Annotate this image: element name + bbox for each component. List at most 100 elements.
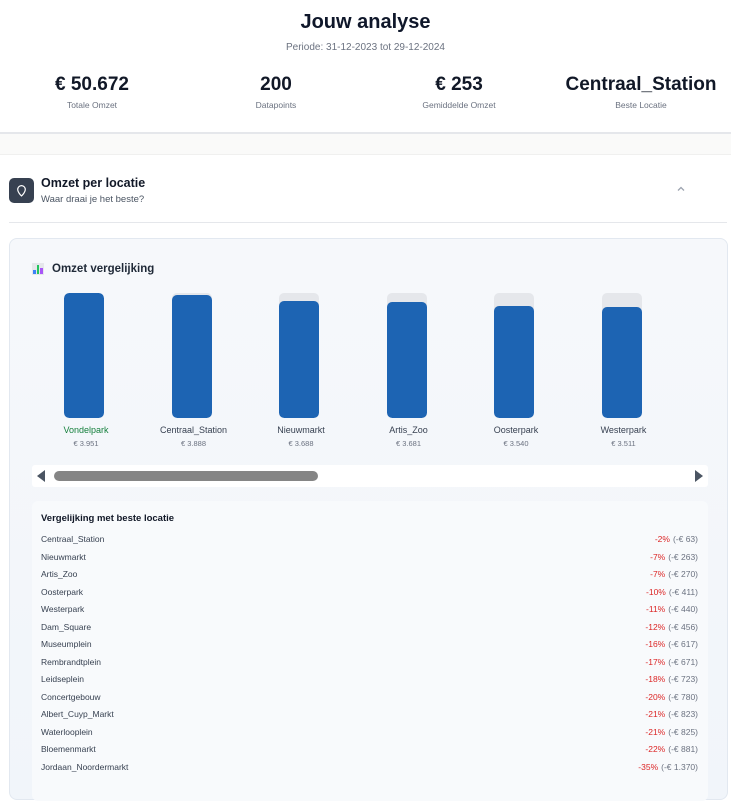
- location-name: Concertgebouw: [41, 691, 101, 702]
- bar-item[interactable]: Nieuwmarkt € 3.688: [247, 287, 355, 457]
- comparison-row: Westerpark -11% (-€ 440): [41, 601, 698, 617]
- stat-datapoints: 200 Datapoints: [186, 74, 366, 110]
- difference: -2% (-€ 63): [655, 534, 698, 544]
- stat-label: Gemiddelde Omzet: [422, 100, 496, 110]
- bar-label: Artis_Zoo: [389, 425, 428, 435]
- chevron-up-icon[interactable]: [674, 182, 688, 196]
- difference: -7% (-€ 270): [650, 569, 698, 579]
- comparison-row: Waterlooplein -21% (-€ 825): [41, 724, 698, 740]
- difference-amount: (-€ 723): [668, 674, 698, 684]
- chart-title: Omzet vergelijking: [52, 263, 155, 275]
- location-name: Bloemenmarkt: [41, 744, 96, 754]
- bar-track: [386, 293, 427, 418]
- stats-row: € 50.672 Totale Omzet 200 Datapoints € 2…: [0, 74, 731, 118]
- page-title: Jouw analyse: [300, 11, 431, 33]
- location-name: Nieuwmarkt: [41, 551, 86, 562]
- location-name: Oosterpark: [41, 586, 84, 597]
- difference-percent: -7%: [650, 551, 666, 562]
- difference-percent: -11%: [646, 604, 666, 614]
- bar-chart-icon: [32, 263, 44, 275]
- location-name: Leidseplein: [41, 674, 85, 684]
- difference: -7% (-€ 263): [650, 552, 698, 562]
- bar-fill: [494, 306, 534, 418]
- difference-amount: (-€ 671): [668, 656, 698, 667]
- chart-horizontal-scrollbar[interactable]: [32, 465, 708, 487]
- stat-value: Centraal_Station: [565, 74, 717, 95]
- period-range: Periode: 31-12-2023 tot 29-12-2024: [285, 42, 445, 53]
- section-header-revenue-per-location[interactable]: Omzet per locatie Waar draai je het best…: [0, 170, 731, 222]
- bar-item[interactable]: Centraal_Station € 3.888: [140, 287, 248, 457]
- stat-value: 200: [260, 74, 292, 95]
- difference-percent: -12%: [645, 621, 666, 632]
- bar-value-label: € 3.681: [395, 439, 422, 448]
- scroll-right-arrow-icon[interactable]: [695, 470, 703, 482]
- difference-amount: (-€ 825): [668, 726, 698, 737]
- bar-value-label: € 3.511: [611, 439, 636, 448]
- difference: -20% (-€ 780): [645, 692, 698, 702]
- location-name: Westerpark: [41, 604, 85, 614]
- difference-amount: (-€ 881): [668, 744, 698, 754]
- stat-value: € 50.672: [55, 74, 129, 95]
- bar-label: D: [677, 425, 707, 435]
- map-pin-icon: [9, 178, 34, 203]
- stat-label: Datapoints: [255, 100, 297, 110]
- stat-label: Beste Locatie: [615, 100, 667, 110]
- difference-amount: (-€ 411): [668, 586, 698, 597]
- bar-item[interactable]: Artis_Zoo € 3.681: [355, 287, 463, 457]
- difference: -22% (-€ 881): [645, 744, 698, 754]
- difference-percent: -22%: [645, 744, 666, 754]
- difference: -10% (-€ 411): [646, 587, 698, 597]
- comparison-row: Concertgebouw -20% (-€ 780): [41, 689, 698, 705]
- bar-label: Centraal_Station: [159, 425, 228, 435]
- comparison-row: Artis_Zoo -7% (-€ 270): [41, 566, 698, 582]
- difference: -11% (-€ 440): [646, 604, 698, 614]
- bar-fill: [601, 307, 642, 418]
- difference-percent: -7%: [650, 569, 666, 579]
- location-name: Jordaan_Noordermarkt: [41, 761, 129, 772]
- location-name: Rembrandtplein: [41, 656, 102, 667]
- comparison-row: Oosterpark -10% (-€ 411): [41, 584, 698, 600]
- difference-amount: (-€ 823): [668, 709, 698, 719]
- section-title: Omzet per locatie: [41, 176, 146, 190]
- bar-fill: [171, 295, 212, 418]
- divider: [9, 222, 727, 223]
- location-name: Dam_Square: [41, 621, 92, 632]
- difference: -12% (-€ 456): [645, 622, 698, 632]
- comparison-row: Museumplein -16% (-€ 617): [41, 636, 698, 652]
- analysis-header: Jouw analyse Periode: 31-12-2023 tot 29-…: [0, 0, 731, 134]
- difference: -16% (-€ 617): [645, 639, 698, 649]
- difference-percent: -10%: [646, 586, 666, 597]
- difference-percent: -17%: [645, 656, 666, 667]
- section-subtitle: Waar draai je het beste?: [41, 194, 145, 205]
- bar-item[interactable]: Vondelpark € 3.951: [32, 287, 140, 457]
- bar-value-label: € 3.888: [180, 439, 207, 448]
- bar-item[interactable]: Oosterpark € 3.540: [462, 287, 570, 457]
- bar-item[interactable]: D: [677, 287, 707, 457]
- comparison-row: Jordaan_Noordermarkt -35% (-€ 1.370): [41, 759, 698, 775]
- comparison-title: Vergelijking met beste locatie: [41, 513, 175, 524]
- bar-fill: [279, 301, 319, 418]
- bar-value-label: € 3.688: [288, 439, 314, 448]
- location-name: Centraal_Station: [41, 534, 105, 544]
- location-name: Waterlooplein: [41, 726, 93, 737]
- scroll-left-arrow-icon[interactable]: [37, 470, 45, 482]
- bar-label: Vondelpark: [63, 425, 109, 435]
- bar-item[interactable]: Westerpark € 3.511: [570, 287, 678, 457]
- bar-chart: Vondelpark € 3.951 Centraal_Station € 3.888…: [32, 287, 707, 457]
- bar-label: Oosterpark: [493, 425, 539, 435]
- scroll-thumb[interactable]: [54, 471, 318, 481]
- bar-track: [494, 293, 534, 418]
- difference-amount: (-€ 780): [668, 691, 698, 702]
- difference-percent: -21%: [645, 709, 666, 719]
- difference-percent: -21%: [645, 726, 666, 737]
- revenue-comparison-card: Omzet vergelijking Vondelpark € 3.951 Cent…: [9, 238, 728, 801]
- difference: -35% (-€ 1.370): [638, 762, 698, 772]
- bar-fill: [64, 293, 104, 418]
- stat-average-revenue: € 253 Gemiddelde Omzet: [369, 74, 549, 110]
- difference-amount: (-€ 263): [668, 551, 698, 562]
- comparison-row: Nieuwmarkt -7% (-€ 263): [41, 549, 698, 565]
- chart-header: Omzet vergelijking: [32, 261, 154, 277]
- section-separator: [0, 134, 731, 155]
- bar-track: [171, 293, 212, 418]
- bar-label: Westerpark: [600, 425, 647, 435]
